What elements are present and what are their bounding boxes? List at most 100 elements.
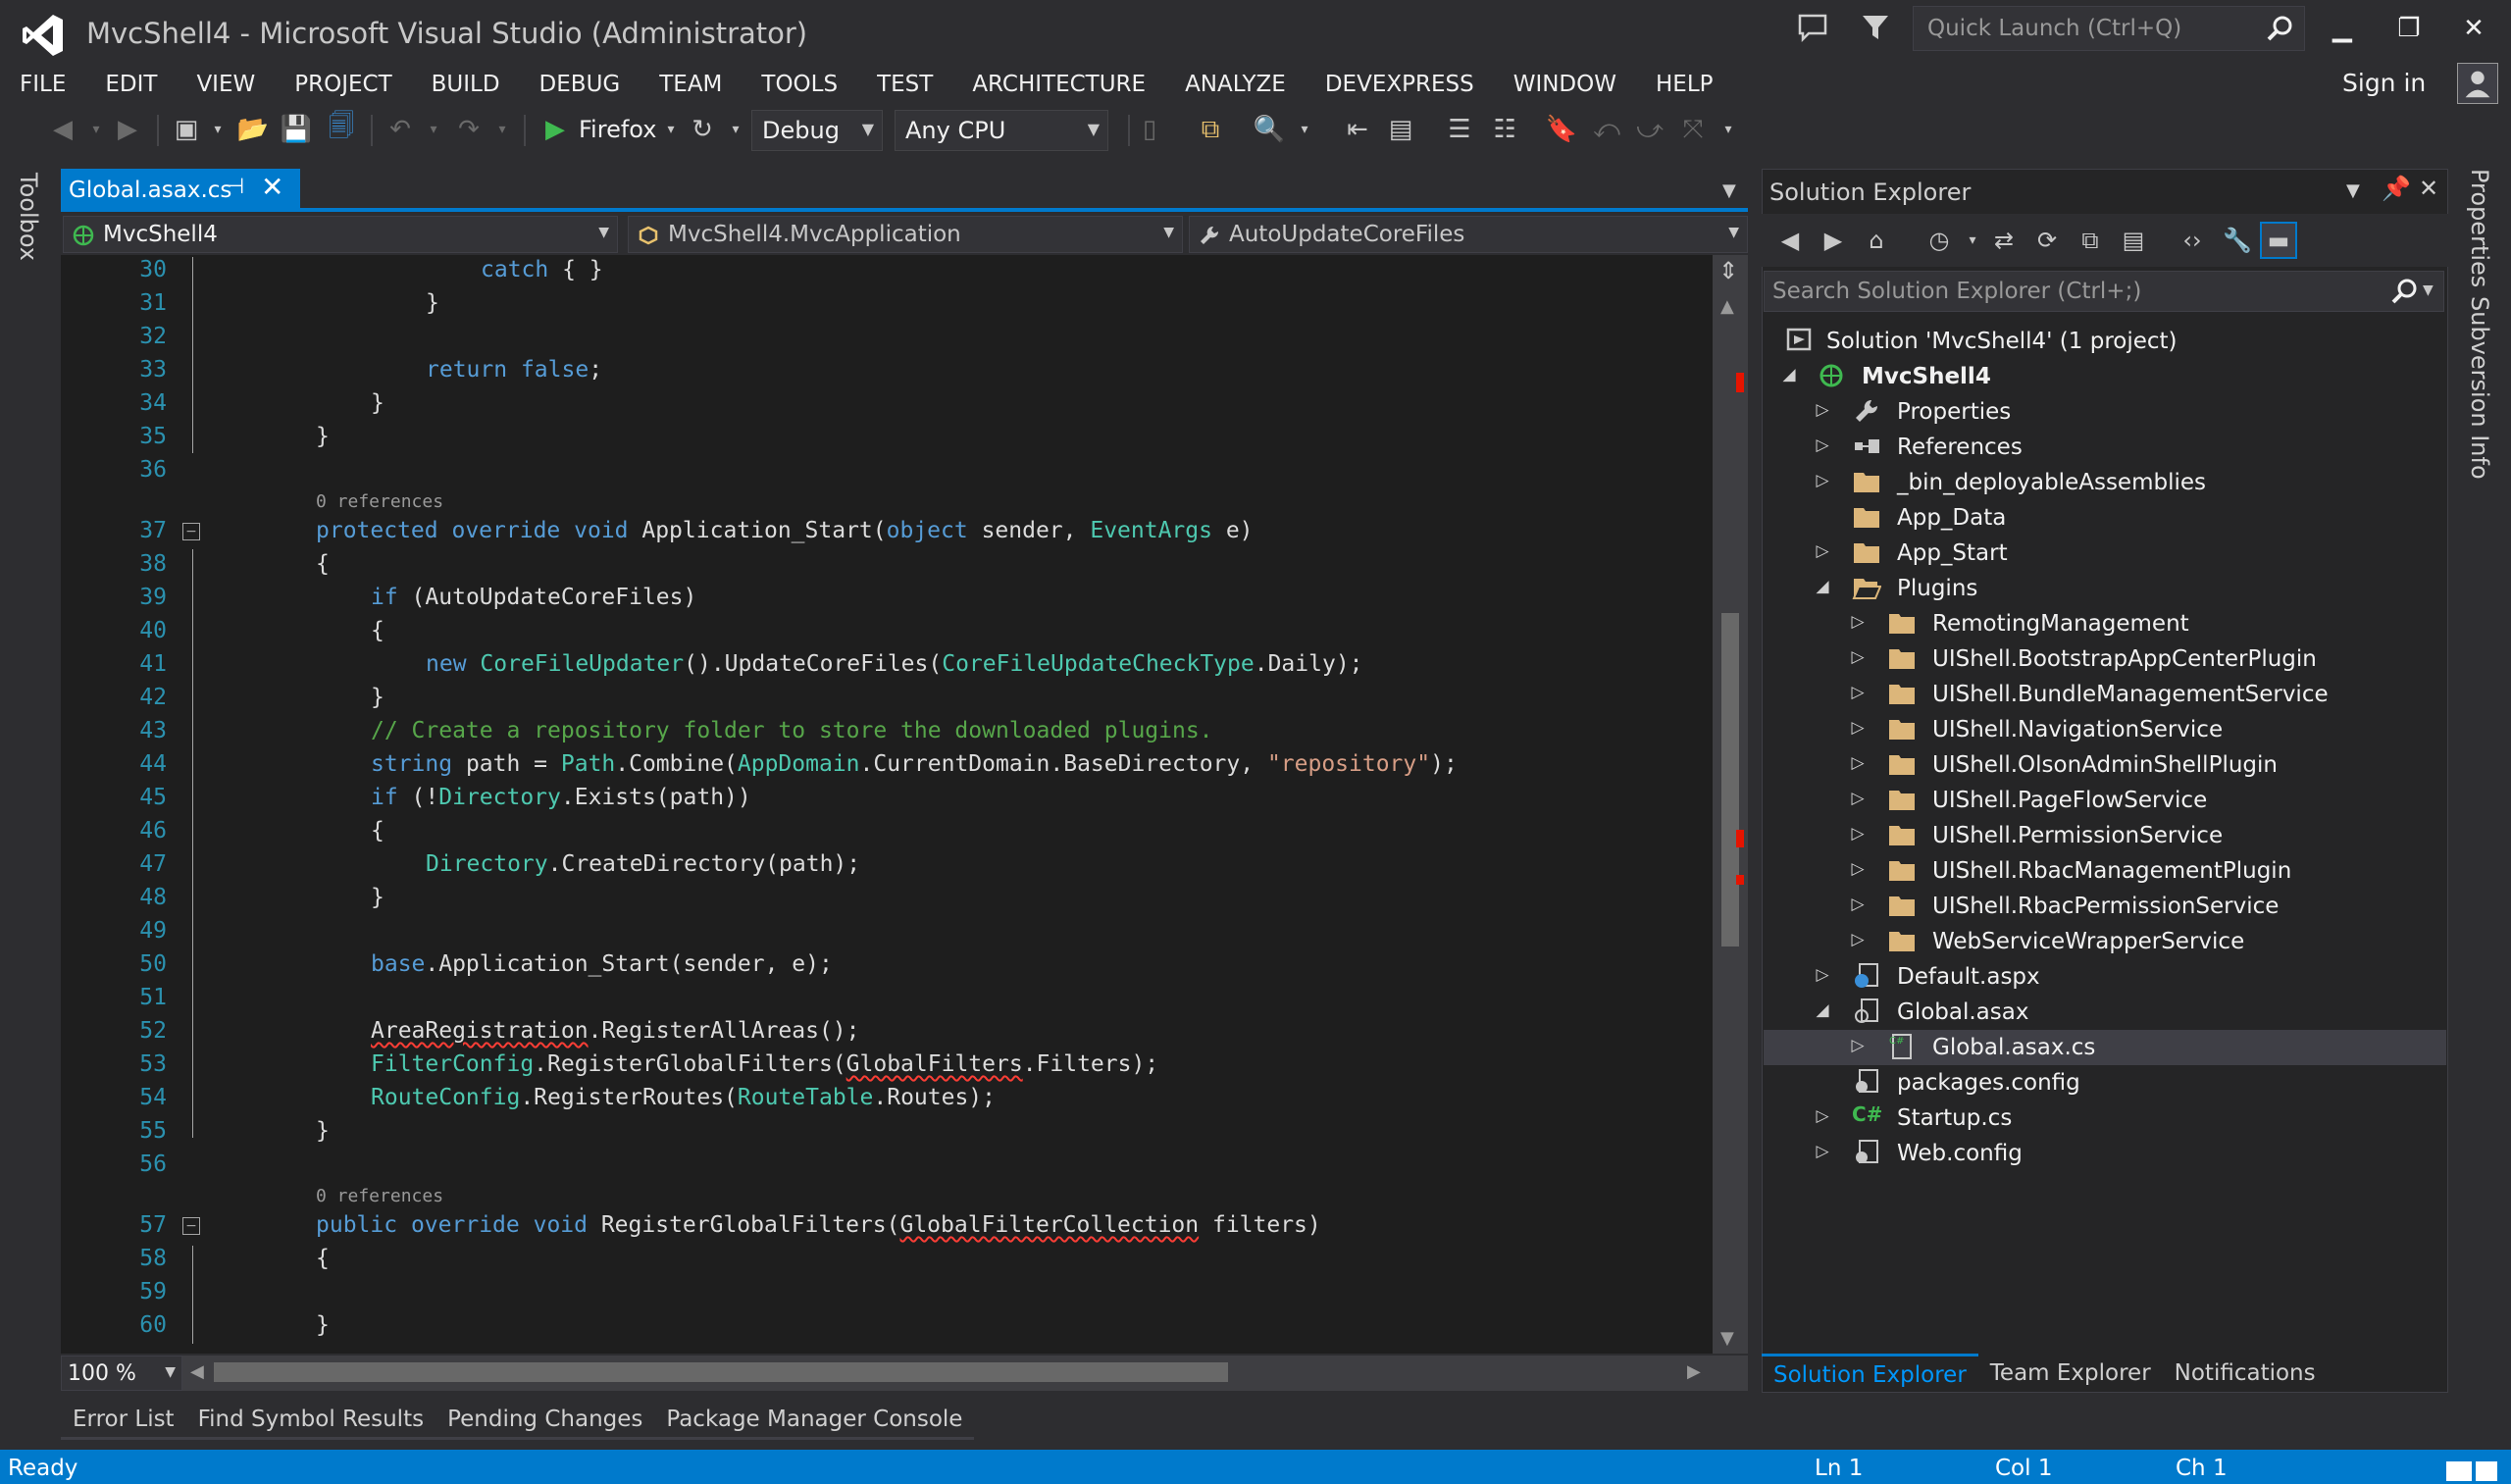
tab-package-manager-console[interactable]: Package Manager Console (654, 1401, 975, 1440)
collapsed-arrow-icon[interactable]: ▷ (1848, 930, 1868, 949)
tab-overflow-chevron-down-icon[interactable]: ▼ (1722, 180, 1736, 201)
tree-item-file[interactable]: Web.config (1897, 1136, 2023, 1171)
tree-item-folder[interactable]: App_Start (1897, 536, 2008, 571)
scroll-right-icon[interactable]: ▶ (1687, 1361, 1701, 1382)
toolbox-tab[interactable]: Toolbox (15, 173, 42, 261)
collapsed-arrow-icon[interactable]: ▷ (1813, 435, 1832, 455)
close-button[interactable]: ✕ (2446, 4, 2501, 53)
open-file-icon[interactable]: 📂 (235, 112, 271, 147)
tree-item-folder[interactable]: _bin_deployableAssemblies (1897, 465, 2206, 500)
tree-item-project[interactable]: MvcShell4 (1862, 359, 1991, 394)
tree-item-file[interactable]: Global.asax (1897, 995, 2028, 1030)
sync-with-document-icon[interactable]: ⇄ (1985, 222, 2023, 259)
tab-notifications[interactable]: Notifications (2163, 1354, 2328, 1393)
configuration-select[interactable]: Debug ▼ (751, 110, 883, 151)
redo-icon[interactable]: ↷ (451, 112, 487, 147)
chevron-down-icon[interactable]: ▾ (718, 112, 753, 147)
codelens-references[interactable]: 0 references (316, 1186, 443, 1206)
collapsed-arrow-icon[interactable]: ▷ (1813, 965, 1832, 985)
expanded-arrow-icon[interactable]: ◢ (1813, 577, 1832, 596)
split-window-icon[interactable]: ⇕ (1718, 257, 1738, 284)
collapsed-arrow-icon[interactable]: ▷ (1848, 612, 1868, 632)
tree-item-folder[interactable]: UIShell.BootstrapAppCenterPlugin (1932, 641, 2317, 677)
avatar[interactable] (2457, 63, 2498, 104)
collapsed-arrow-icon[interactable]: ▷ (1848, 824, 1868, 844)
attach-device-icon[interactable]: ▯ (1132, 112, 1167, 147)
scroll-up-icon[interactable]: ▲ (1720, 296, 1734, 317)
codelens-references[interactable]: 0 references (316, 491, 443, 512)
collapsed-arrow-icon[interactable]: ▷ (1848, 753, 1868, 773)
menu-window[interactable]: WINDOW (1494, 72, 1636, 97)
refresh-icon[interactable]: ⟳ (2028, 222, 2066, 259)
refresh-browser-icon[interactable]: ↻ (685, 112, 720, 147)
increase-indent-icon[interactable]: ☷ (1487, 112, 1522, 147)
chevron-down-icon[interactable]: ▾ (485, 112, 520, 147)
chevron-down-icon[interactable]: ▾ (416, 112, 451, 147)
menu-build[interactable]: BUILD (412, 72, 520, 97)
collapsed-arrow-icon[interactable]: ▷ (1813, 1106, 1832, 1126)
previous-bookmark-icon[interactable]: ⤺ (1589, 112, 1624, 147)
expanded-arrow-icon[interactable]: ◢ (1779, 365, 1799, 384)
collapsed-arrow-icon[interactable]: ▷ (1848, 789, 1868, 808)
menu-devexpress[interactable]: DEVEXPRESS (1306, 72, 1494, 97)
tree-item-folder[interactable]: UIShell.PermissionService (1932, 818, 2223, 853)
tree-item-folder[interactable]: UIShell.RbacManagementPlugin (1932, 853, 2291, 889)
sign-in-link[interactable]: Sign in (2342, 69, 2426, 97)
menu-project[interactable]: PROJECT (275, 72, 411, 97)
error-marker[interactable] (1736, 830, 1744, 847)
vertical-scroll-thumb[interactable] (1721, 613, 1739, 947)
publish-status-icon[interactable] (2442, 1456, 2501, 1483)
member-dropdown[interactable]: AutoUpdateCoreFiles ▼ (1189, 216, 1748, 253)
menu-team[interactable]: TEAM (640, 72, 742, 97)
notifications-flag-icon[interactable] (1795, 10, 1830, 45)
close-panel-icon[interactable]: ✕ (2419, 175, 2438, 202)
menu-architecture[interactable]: ARCHITECTURE (952, 72, 1165, 97)
menu-tools[interactable]: TOOLS (742, 72, 857, 97)
scroll-left-icon[interactable]: ◀ (190, 1361, 204, 1382)
start-debugging-icon[interactable]: ▶ (538, 112, 573, 147)
tree-item-references[interactable]: References (1897, 430, 2023, 465)
save-all-icon[interactable]: 🗐 (324, 112, 359, 147)
tree-item-file[interactable]: Startup.cs (1897, 1100, 2012, 1136)
tree-item-folder[interactable]: UIShell.PageFlowService (1932, 783, 2207, 818)
collapsed-arrow-icon[interactable]: ▷ (1848, 895, 1868, 914)
expanded-arrow-icon[interactable]: ◢ (1813, 1000, 1832, 1020)
clear-bookmarks-icon[interactable]: ⤧ (1675, 112, 1711, 147)
forward-icon[interactable]: ▶ (1815, 222, 1852, 259)
type-dropdown[interactable]: MvcShell4.MvcApplication ▼ (628, 216, 1183, 253)
view-code-icon[interactable]: ‹› (2174, 222, 2211, 259)
search-options-chevron-down-icon[interactable]: ▼ (2423, 282, 2434, 298)
solution-explorer-search-input[interactable]: Search Solution Explorer (Ctrl+;) (1764, 271, 2444, 312)
show-all-files-icon[interactable]: ▤ (2115, 222, 2152, 259)
outdent-icon[interactable]: ⇤ (1340, 112, 1375, 147)
back-icon[interactable]: ◀ (1771, 222, 1809, 259)
pin-tab-icon[interactable]: ⊣ (226, 175, 244, 199)
menu-test[interactable]: TEST (857, 72, 952, 97)
preview-selected-items-icon[interactable]: ▬ (2260, 222, 2297, 259)
menu-debug[interactable]: DEBUG (520, 72, 641, 97)
tree-item-file-selected[interactable]: Global.asax.cs (1932, 1030, 2095, 1065)
scroll-down-icon[interactable]: ▼ (1720, 1328, 1734, 1349)
run-target-label[interactable]: Firefox (579, 116, 656, 143)
menu-edit[interactable]: EDIT (85, 72, 177, 97)
indicator-margin[interactable] (61, 255, 96, 1354)
collapsed-arrow-icon[interactable]: ▷ (1848, 718, 1868, 738)
tree-item-folder[interactable]: UIShell.NavigationService (1932, 712, 2223, 747)
chevron-down-icon[interactable]: ▾ (200, 112, 235, 147)
restore-button[interactable]: ❐ (2382, 4, 2436, 53)
new-project-icon[interactable]: ▣ (169, 112, 204, 147)
collapsed-arrow-icon[interactable]: ▷ (1848, 647, 1868, 667)
tab-solution-explorer[interactable]: Solution Explorer (1762, 1354, 1978, 1393)
collapsed-arrow-icon[interactable]: ▷ (1848, 683, 1868, 702)
menu-help[interactable]: HELP (1636, 72, 1733, 97)
collapsed-arrow-icon[interactable]: ▷ (1813, 471, 1832, 490)
tab-error-list[interactable]: Error List (61, 1401, 186, 1440)
platform-select[interactable]: Any CPU ▼ (895, 110, 1108, 151)
find-in-files-icon[interactable]: ⧉ (1193, 112, 1228, 147)
toolbar-overflow-icon[interactable]: ▾ (1711, 112, 1746, 147)
find-symbol-icon[interactable]: 🔍 (1252, 112, 1287, 147)
menu-view[interactable]: VIEW (177, 72, 275, 97)
error-marker[interactable] (1736, 373, 1744, 392)
tree-item-folder[interactable]: Plugins (1897, 571, 1977, 606)
project-dropdown[interactable]: MvcShell4 ▼ (63, 216, 618, 253)
